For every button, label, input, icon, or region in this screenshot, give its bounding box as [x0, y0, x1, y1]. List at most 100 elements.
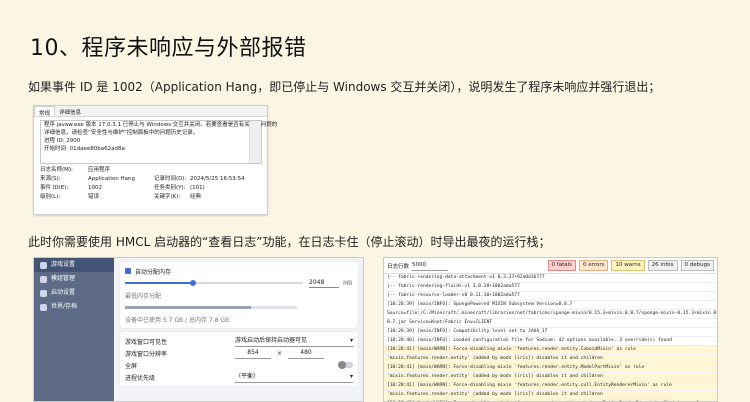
description-line: 开始时间: 01daee80ba62ad8a	[44, 146, 125, 152]
event-row: 来源(S): Application Hang 记录时间(D): 2024/5/…	[40, 175, 262, 184]
tab-details[interactable]: 详细信息	[55, 106, 85, 116]
fullscreen-label: 全屏	[125, 362, 138, 370]
description-line: 详细信息，请检查“安全性与维护”控制面板中的问题历史记录。	[44, 130, 199, 136]
log-line: 'mixin.features.render.entity' (added by…	[384, 373, 717, 382]
paragraph-event-id: 如果事件 ID 是 1002（Application Hang，即已停止与 Wi…	[28, 80, 661, 94]
prop-label: 来源(S):	[40, 176, 61, 182]
log-line: |-- fabric-rendering-data-attachment-v1 …	[384, 274, 717, 283]
event-description[interactable]: 程序 javaw.exe 版本 17.0.3.1 已停止与 Windows 交互…	[40, 120, 278, 164]
visibility-label: 游戏窗口可见性	[125, 338, 168, 346]
log-line: [10:28:40] [main/INFO]: Loaded configura…	[384, 337, 717, 346]
memory-usage-bar	[125, 305, 297, 309]
memory-usage-fill	[125, 305, 251, 309]
sidebar-item-worlds[interactable]: 世界/存档	[34, 300, 114, 314]
prop-value: 2024/5/25 16:53:54	[190, 176, 245, 182]
prop-value: 经典	[190, 194, 202, 200]
event-properties: 日志名称(M): 应用程序 来源(S): Application Hang 记录…	[40, 166, 262, 202]
chevron-down-icon: ▾	[349, 372, 353, 380]
prop-value: (101)	[190, 185, 205, 191]
prop-label: 任务类别(Y):	[154, 185, 186, 191]
hmcl-settings-panel: 游戏设置 模组管理 启动设置 世界/存档 自动分配内存 2048 MB 最低内存…	[33, 257, 364, 402]
prop-label: 日志名称(M):	[40, 167, 73, 173]
event-row: 日志名称(M): 应用程序	[40, 166, 262, 175]
priority-select[interactable]: （平衡） ▾	[235, 372, 353, 383]
gear-icon	[40, 261, 47, 269]
resolution-label: 游戏窗口分辨率	[125, 350, 168, 358]
sidebar-item-label: 启动设置	[51, 289, 76, 296]
resolution-height-input[interactable]: 480	[288, 348, 325, 359]
prop-label: 关键字(K):	[154, 194, 181, 200]
log-line: |-- fabric-resource-loader-v0 0.11.10+18…	[384, 292, 717, 301]
sidebar-item-mods[interactable]: 模组管理	[34, 272, 114, 286]
memory-slider-knob[interactable]	[189, 280, 196, 286]
memory-input[interactable]: 2048	[309, 278, 339, 288]
log-line: [10:28:41] [main/WARN]: Force-disabling …	[384, 346, 717, 355]
rocket-icon	[40, 289, 47, 297]
prop-label: 级别(L):	[40, 194, 61, 200]
section-heading: 10、程序未响应与外部报错	[30, 36, 307, 61]
hmcl-sidebar: 游戏设置 模组管理 启动设置 世界/存档	[34, 258, 114, 401]
log-line: Source=file:/C:/Minecraft/.minecraft/lib…	[384, 310, 717, 319]
event-row: 级别(L): 错误 关键字(K): 经典	[40, 193, 262, 202]
event-row: 事件 ID(E): 1002 任务类别(Y): (101)	[40, 184, 262, 193]
visibility-value: 游戏启动后保持启动器可见	[235, 336, 308, 344]
log-line: 'mixin.features.render.entity' (added by…	[384, 391, 717, 400]
prop-value: 1002	[88, 185, 102, 191]
event-viewer-panel: 常规 详细信息 程序 javaw.exe 版本 17.0.3.1 已停止与 Wi…	[33, 105, 278, 215]
description-line: 程序 javaw.exe 版本 17.0.3.1 已停止与 Windows 交互…	[44, 122, 278, 128]
log-line: [10:28:39] [main/INFO]: SpongePowered MI…	[384, 301, 717, 310]
sidebar-item-game-settings[interactable]: 游戏设置	[34, 258, 114, 272]
paragraph-log-export: 此时你需要使用 HMCL 启动器的“查看日志”功能，在日志卡住（停止滚动）时导出…	[28, 235, 551, 249]
sidebar-item-launch[interactable]: 启动设置	[34, 286, 114, 300]
prop-value: 错误	[88, 194, 100, 200]
memory-card: 自动分配内存 2048 MB 最低内存分配 设备中已使用 5.7 GB / 总内…	[120, 262, 358, 328]
log-viewer-panel: 日志行数 5000 0 fatals 0 errors 10 warns 26 …	[383, 257, 718, 402]
log-line: [10:28:41] [main/WARN]: Force-disabling …	[384, 382, 717, 391]
filter-infos-button[interactable]: 26 infos	[647, 260, 678, 271]
log-line: |-- fabric-rendering-fluids-v1 3.0.28+18…	[384, 283, 717, 292]
memory-unit: MB	[343, 279, 353, 287]
log-line: [10:28:39] [main/INFO]: Compatibility le…	[384, 328, 717, 337]
event-tabs: 常规 详细信息	[34, 106, 267, 117]
tab-general[interactable]: 常规	[34, 106, 56, 117]
log-list[interactable]: |-- fabric-rendering-data-attachment-v1 …	[384, 274, 717, 401]
filter-fatals-button[interactable]: 0 fatals	[547, 260, 577, 271]
prop-label: 记录时间(D):	[154, 176, 187, 182]
globe-icon	[40, 303, 47, 311]
puzzle-icon	[40, 275, 47, 283]
prop-value	[190, 166, 260, 175]
prop-value: Application Hang	[88, 176, 135, 182]
hmcl-main: 自动分配内存 2048 MB 最低内存分配 设备中已使用 5.7 GB / 总内…	[120, 262, 358, 390]
filter-errors-button[interactable]: 0 errors	[579, 260, 609, 271]
prop-label: 事件 ID(E):	[40, 185, 69, 191]
description-line: 进程 ID: 2900	[44, 138, 81, 144]
filter-debugs-button[interactable]: 0 debugs	[680, 260, 714, 271]
sidebar-item-label: 世界/存档	[51, 303, 78, 310]
sidebar-item-label: 游戏设置	[51, 261, 76, 268]
auto-memory-checkbox[interactable]	[125, 268, 131, 274]
visibility-select[interactable]: 游戏启动后保持启动器可见 ▾	[235, 336, 353, 347]
sidebar-item-label: 模组管理	[51, 275, 76, 282]
description-scrollbar[interactable]	[249, 121, 261, 163]
auto-memory-label: 自动分配内存	[135, 268, 172, 276]
log-toolbar: 日志行数 5000 0 fatals 0 errors 10 warns 26 …	[384, 258, 717, 274]
chevron-down-icon: ▾	[349, 336, 353, 344]
log-line: 8.7.jar Service=Knot/Fabric Env=CLIENT	[384, 319, 717, 328]
memory-usage-text: 设备中已使用 5.7 GB / 总内存 7.8 GB	[125, 316, 230, 324]
prop-label	[154, 166, 190, 175]
log-line: 'mixin.features.render.entity' (added by…	[384, 355, 717, 364]
memory-slider-fill	[125, 282, 193, 284]
prop-value: 应用程序	[88, 167, 111, 173]
priority-label: 进程优先级	[125, 374, 156, 382]
resolution-separator: ×	[277, 349, 283, 357]
window-card: 游戏窗口可见性 游戏启动后保持启动器可见 ▾ 游戏窗口分辨率 854 × 480 …	[120, 332, 358, 386]
memory-slider[interactable]	[125, 280, 303, 286]
priority-value: （平衡）	[235, 372, 260, 380]
resolution-width-input[interactable]: 854	[235, 348, 271, 359]
filter-warns-button[interactable]: 10 warns	[611, 260, 645, 271]
log-lines-label: 日志行数	[387, 263, 410, 270]
memory-min-label: 最低内存分配	[125, 292, 162, 300]
fullscreen-toggle[interactable]	[338, 361, 353, 369]
log-lines-input[interactable]: 5000	[412, 261, 449, 271]
log-line: [10:28:41] [main/WARN]: Force-disabling …	[384, 364, 717, 373]
